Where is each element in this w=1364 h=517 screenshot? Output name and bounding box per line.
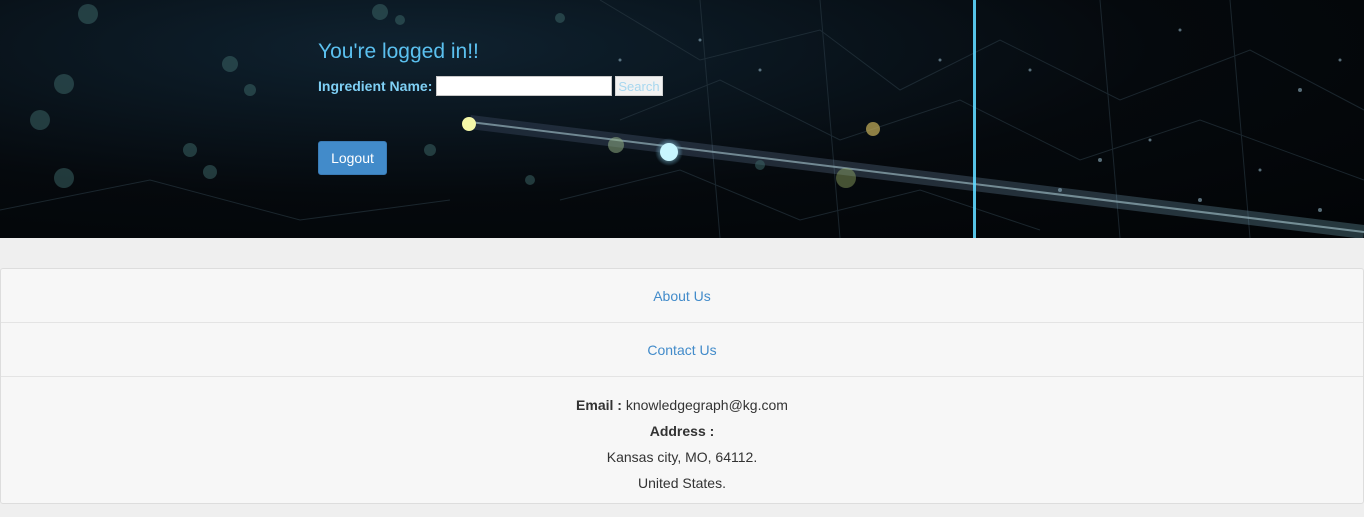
email-line: Email : knowledgegraph@kg.com [1,395,1363,421]
about-us-link[interactable]: About Us [653,288,711,304]
contact-info: Email : knowledgegraph@kg.com Address : … [1,377,1363,499]
search-button[interactable]: Search [615,76,663,96]
ingredient-name-input[interactable] [436,76,613,96]
address-label-line: Address : [1,421,1363,447]
welcome-heading: You're logged in!! [318,40,479,63]
footer-about-row: About Us [1,269,1363,323]
email-value: knowledgegraph@kg.com [625,397,788,413]
footer-contact-row: Contact Us [1,323,1363,377]
ingredient-name-label: Ingredient Name: [318,78,433,94]
login-panel: You're logged in!! Ingredient Name: Sear… [318,38,663,175]
footer-panel: About Us Contact Us Email : knowledgegra… [0,268,1364,504]
address-line-2: United States. [638,475,726,491]
contact-us-link[interactable]: Contact Us [647,342,716,358]
email-label: Email : [576,397,622,413]
network-background-graphic [0,0,1364,238]
logout-button[interactable]: Logout [318,141,387,175]
header-banner: You're logged in!! Ingredient Name: Sear… [0,0,1364,238]
address-line-1: Kansas city, MO, 64112. [606,449,758,465]
ingredient-search-form: Ingredient Name: Search [318,76,663,96]
address-label: Address : [649,423,715,439]
